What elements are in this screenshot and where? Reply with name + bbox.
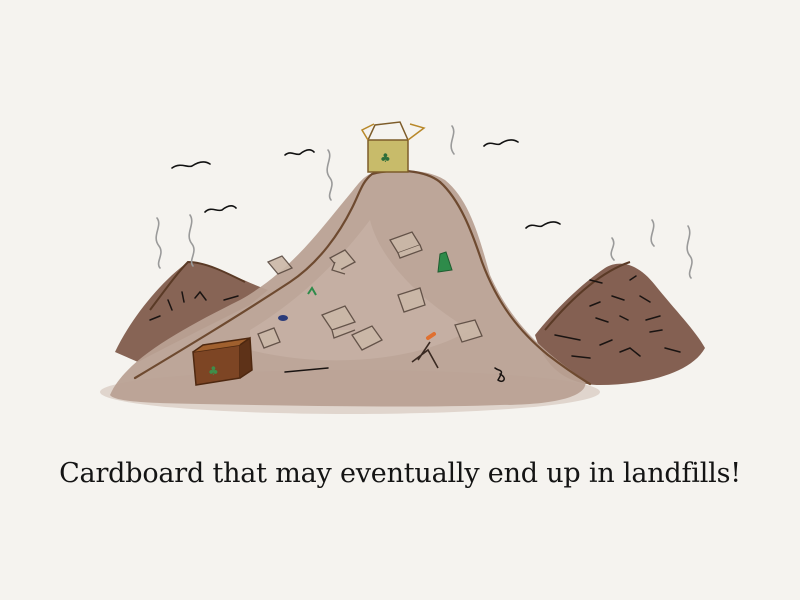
top-cardboard-box: ♣ bbox=[360, 121, 426, 173]
landfill-illustration: ♣ ♣ bbox=[100, 121, 705, 414]
blue-item bbox=[278, 315, 288, 321]
svg-text:♣: ♣ bbox=[208, 364, 219, 378]
caption-text: Cardboard that may eventually end up in … bbox=[59, 458, 741, 489]
svg-text:♣: ♣ bbox=[380, 151, 391, 165]
canvas: ♣ ♣ Cardboard that may eventually end up… bbox=[0, 0, 800, 600]
